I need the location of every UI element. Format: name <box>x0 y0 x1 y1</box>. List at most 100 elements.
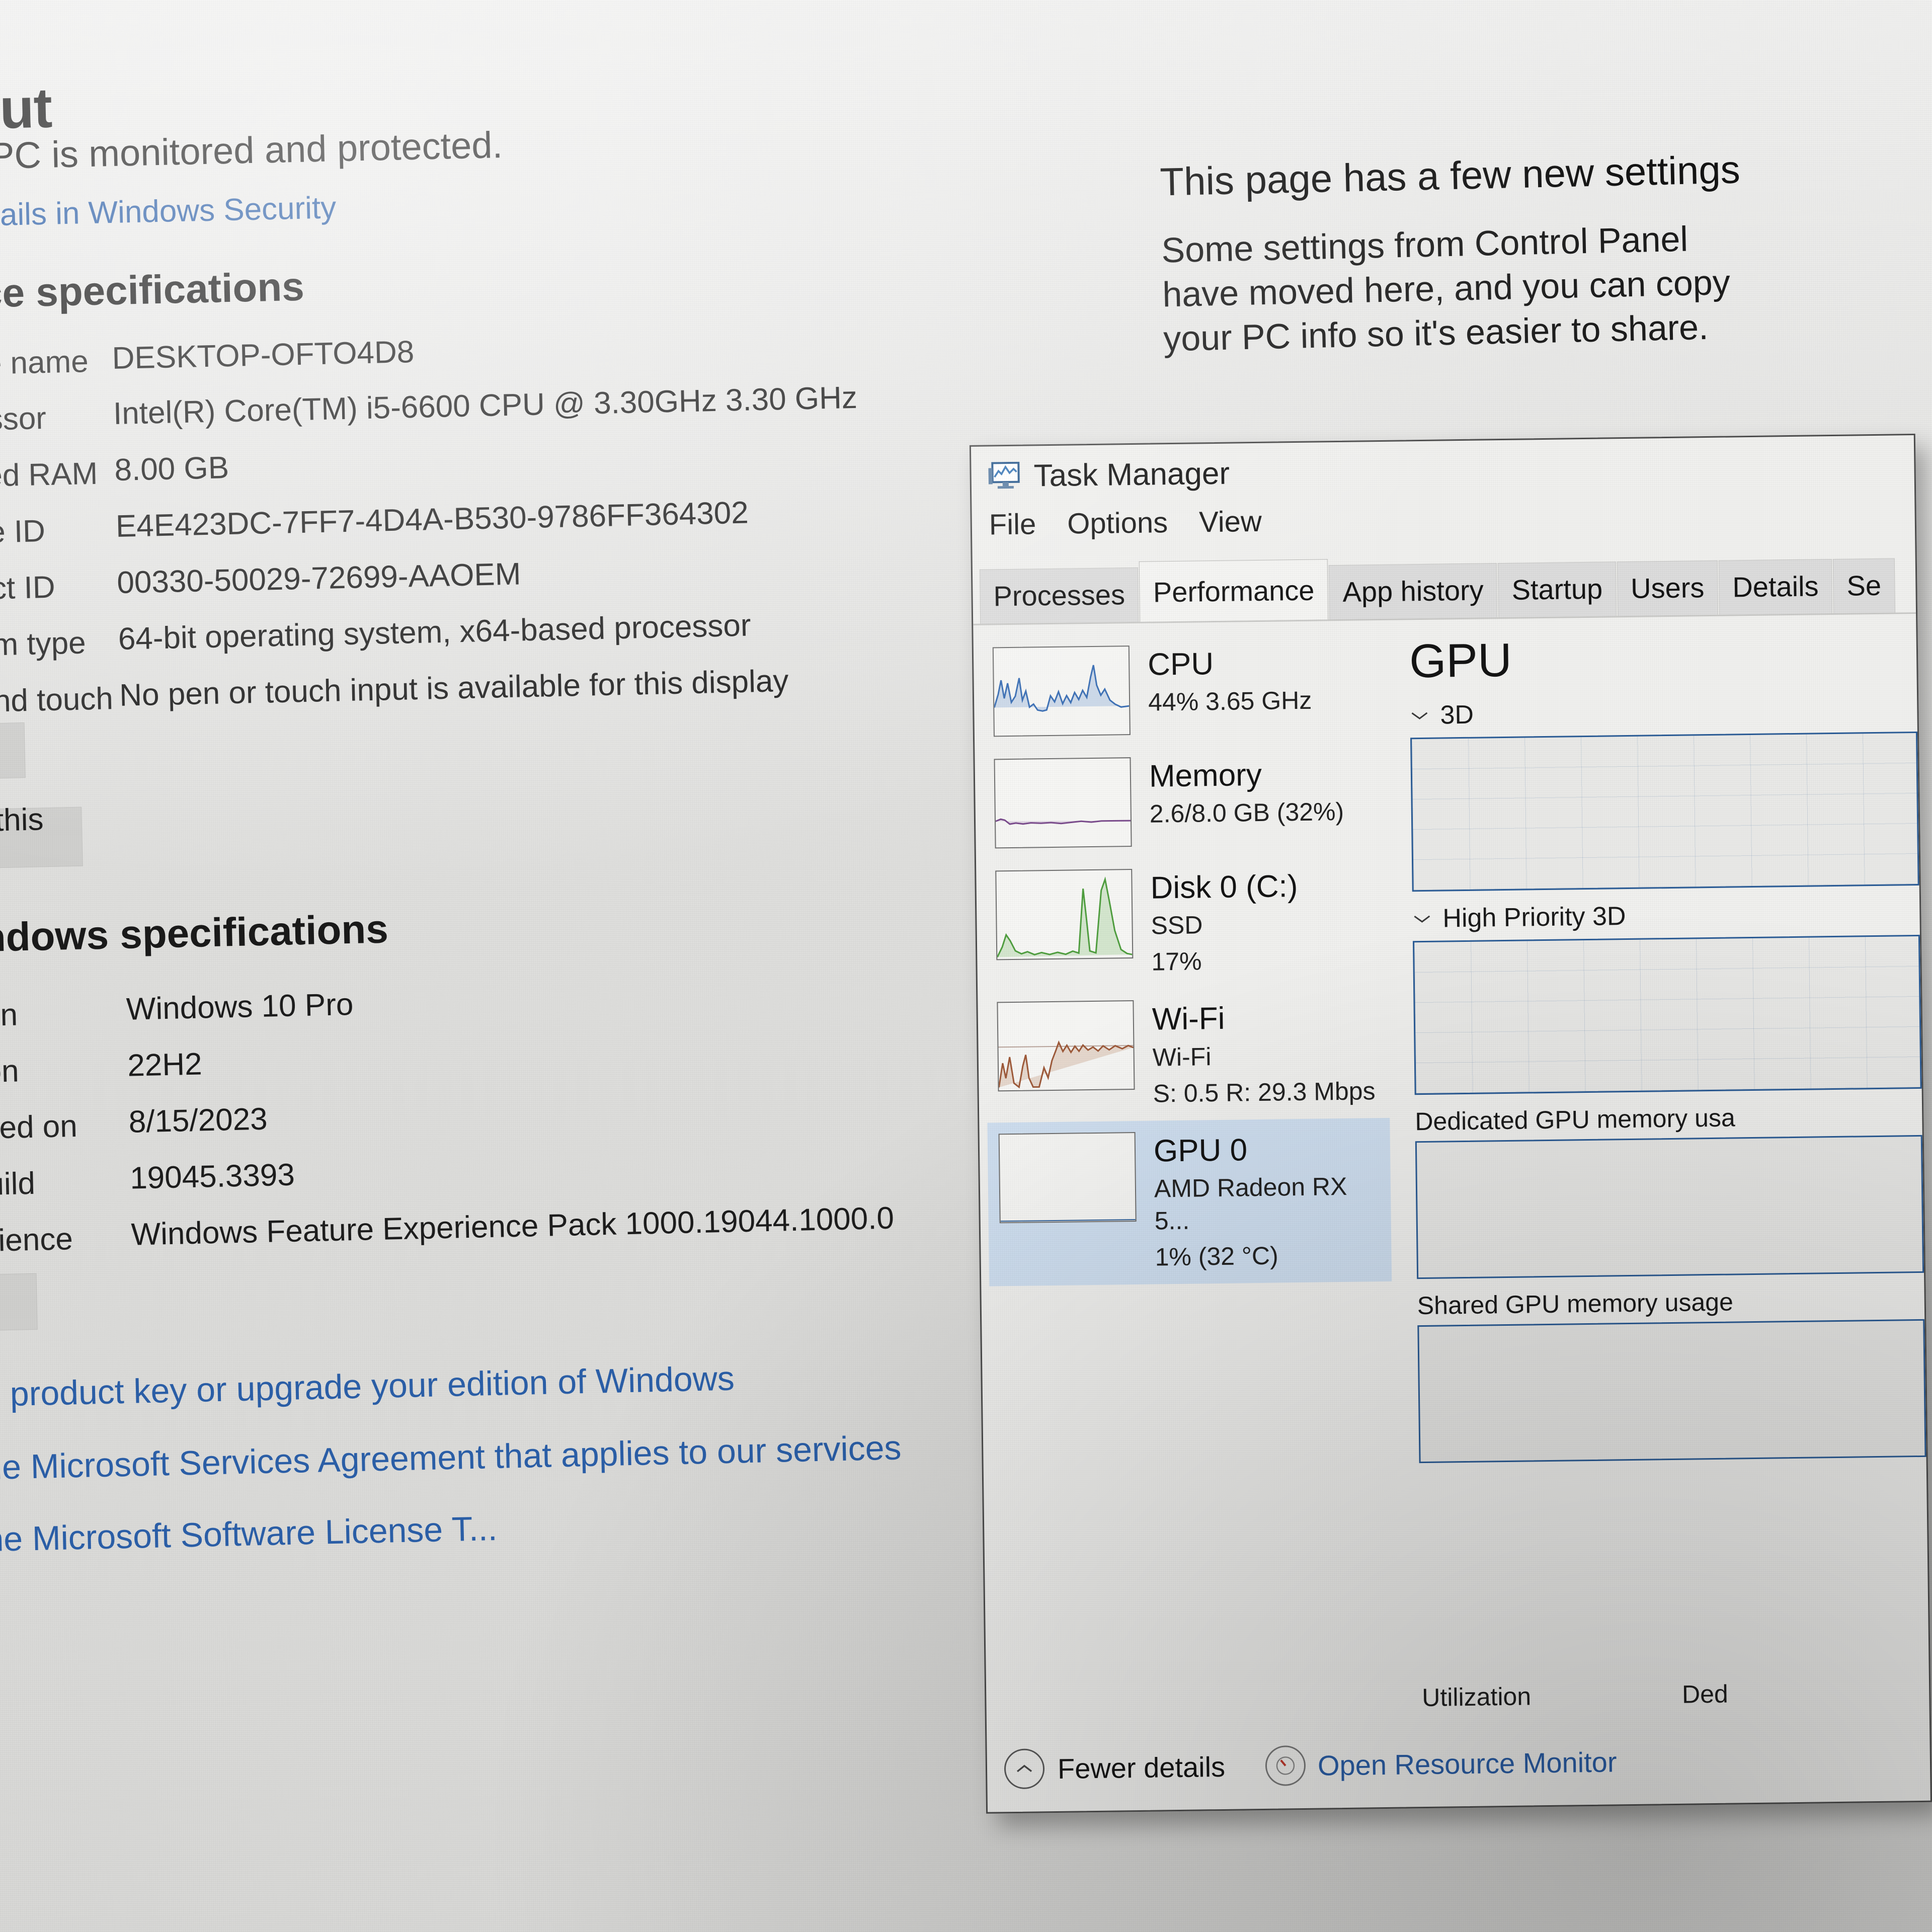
gpu-engine-3d-label: 3D <box>1440 700 1474 730</box>
resource-sub-gpu-usage: 1% (32 °C) <box>1155 1241 1279 1271</box>
task-manager-title: Task Manager <box>1033 456 1230 493</box>
microsoft-software-license-link[interactable]: d the Microsoft Software License T... <box>0 1509 498 1560</box>
dedicated-gpu-memory-graph <box>1415 1135 1924 1279</box>
gpu-sparkline-icon <box>998 1132 1137 1224</box>
tab-app-history[interactable]: App history <box>1328 563 1498 620</box>
spec-value-product-id: 00330-50029-72699-AAOEM <box>116 556 522 600</box>
resource-name-wifi: Wi-Fi <box>1152 1001 1225 1037</box>
spec-value-installed-ram: 8.00 GB <box>114 450 229 488</box>
task-manager-tabstrip[interactable]: Processes Performance App history Startu… <box>979 552 1896 624</box>
stat-key-dedicated: Ded <box>1681 1679 1729 1709</box>
gpu-hp3d-graph <box>1412 934 1922 1095</box>
spec-label-pen-and-touch: and touch <box>0 681 114 719</box>
spec-label-processor: essor <box>0 400 47 438</box>
shared-gpu-memory-graph <box>1417 1319 1926 1464</box>
resource-name-gpu0: GPU 0 <box>1153 1133 1248 1169</box>
spec-value-processor: Intel(R) Core(TM) i5-6600 CPU @ 3.30GHz … <box>113 380 858 432</box>
windows-specifications-heading: ndows specifications <box>0 906 389 960</box>
task-manager-footer: Fewer details Open Resource Monitor <box>987 1715 1930 1812</box>
resource-item-cpu[interactable]: CPU 44% 3.65 GHz <box>982 631 1386 748</box>
spec-value-device-name: DESKTOP-OFTO4D8 <box>111 334 415 376</box>
gpu-stat-row: Utilization Ded <box>1422 1677 1929 1712</box>
task-manager-window[interactable]: Task Manager File Options View Processes… <box>969 433 1932 1814</box>
win-label-version: on <box>0 1054 20 1089</box>
chevron-down-icon[interactable] <box>1412 913 1431 925</box>
copy-device-specs-button[interactable]: Copy <box>0 722 26 781</box>
disk-sparkline-icon <box>995 869 1134 960</box>
resource-item-gpu0[interactable]: GPU 0 AMD Radeon RX 5... 1% (32 °C) <box>987 1117 1392 1286</box>
spec-value-device-id: E4E423DC-7FF7-4D4A-B530-9786FF364302 <box>115 495 749 544</box>
fewer-details-button[interactable]: Fewer details <box>1004 1746 1226 1790</box>
gauge-icon <box>1265 1745 1306 1786</box>
gpu-3d-graph <box>1410 731 1919 892</box>
cpu-sparkline-icon <box>992 646 1131 737</box>
task-manager-icon <box>988 461 1020 489</box>
fewer-details-label: Fewer details <box>1057 1750 1226 1785</box>
resource-item-memory[interactable]: Memory 2.6/8.0 GB (32%) <box>983 743 1387 860</box>
resource-name-cpu: CPU <box>1147 647 1214 682</box>
spec-label-product-id: uct ID <box>0 570 56 607</box>
chevron-down-icon[interactable] <box>1410 709 1429 721</box>
microsoft-services-agreement-link[interactable]: d the Microsoft Services Agreement that … <box>0 1428 902 1488</box>
resource-sub-wifi-adapter: Wi-Fi <box>1152 1042 1212 1072</box>
spec-label-device-id: ce ID <box>0 514 46 550</box>
spec-value-system-type: 64-bit operating system, x64-based proce… <box>118 608 752 657</box>
gpu-engine-high-priority-3d-group[interactable]: High Priority 3D <box>1412 898 1922 1095</box>
menu-file[interactable]: File <box>989 507 1036 541</box>
resource-name-disk: Disk 0 (C:) <box>1150 869 1298 906</box>
task-manager-titlebar[interactable]: Task Manager <box>971 435 1914 506</box>
menu-options[interactable]: Options <box>1067 506 1168 540</box>
open-resource-monitor-link[interactable]: Open Resource Monitor <box>1265 1741 1617 1786</box>
resource-name-memory: Memory <box>1149 757 1262 794</box>
hint-heading: This page has a few new settings <box>1159 147 1741 204</box>
page-title: out <box>0 76 53 141</box>
wifi-sparkline-icon <box>997 1000 1135 1092</box>
win-label-experience: rience <box>0 1222 73 1258</box>
tab-performance[interactable]: Performance <box>1139 559 1329 622</box>
task-manager-menubar[interactable]: File Options View <box>989 505 1262 542</box>
resource-item-disk[interactable]: Disk 0 (C:) SSD 17% <box>984 855 1388 991</box>
resource-sub-cpu: 44% 3.65 GHz <box>1148 686 1312 717</box>
hint-body: Some settings from Control Panel have mo… <box>1161 219 1731 359</box>
gpu-detail-panel: GPU 3D High Priority 3D Dedicated GPU me… <box>1396 619 1929 1721</box>
rename-this-pc-button[interactable]: name this PC <box>0 802 83 870</box>
device-specifications-heading: ice specifications <box>0 264 305 316</box>
dedicated-gpu-memory-label: Dedicated GPU memory usa <box>1415 1103 1736 1136</box>
spec-value-pen-and-touch: No pen or touch input is available for t… <box>119 663 789 713</box>
gpu-engine-3d-group[interactable]: 3D <box>1410 694 1919 892</box>
resource-sub-disk-usage: 17% <box>1151 947 1202 977</box>
spec-label-installed-ram: lled RAM <box>0 456 98 494</box>
spec-label-device-name: ce name <box>0 344 89 382</box>
resource-sub-gpu-model: AMD Radeon RX 5... <box>1154 1172 1347 1235</box>
spec-label-system-type: em type <box>0 625 87 663</box>
chevron-up-circle-icon <box>1004 1748 1045 1790</box>
stat-key-utilization: Utilization <box>1422 1682 1532 1712</box>
resource-item-wifi[interactable]: Wi-Fi Wi-Fi S: 0.5 R: 29.3 Mbps <box>986 986 1390 1122</box>
win-value-version: 22H2 <box>127 1046 203 1083</box>
open-resource-monitor-label: Open Resource Monitor <box>1317 1745 1617 1782</box>
tab-processes[interactable]: Processes <box>979 567 1139 624</box>
win-label-os-build: uild <box>0 1166 36 1202</box>
menu-view[interactable]: View <box>1199 505 1262 539</box>
change-product-key-link[interactable]: nge product key or upgrade your edition … <box>0 1359 735 1415</box>
protection-heading: r PC is monitored and protected. <box>0 124 503 178</box>
resource-sub-wifi-rates: S: 0.5 R: 29.3 Mbps <box>1153 1077 1376 1108</box>
resource-sub-memory: 2.6/8.0 GB (32%) <box>1149 797 1344 829</box>
resource-list[interactable]: CPU 44% 3.65 GHz Memory 2.6/8.0 GB (32%) <box>982 631 1392 1286</box>
win-value-os-build: 19045.3393 <box>129 1157 295 1196</box>
tab-users[interactable]: Users <box>1617 560 1719 616</box>
resource-sub-disk-type: SSD <box>1151 911 1203 940</box>
detail-title: GPU <box>1409 633 1512 688</box>
gpu-engine-hp3d-label: High Priority 3D <box>1442 902 1626 933</box>
memory-sparkline-icon <box>994 757 1132 849</box>
tab-startup[interactable]: Startup <box>1497 561 1617 618</box>
tab-details[interactable]: Details <box>1718 559 1833 615</box>
win-label-installed-on: lled on <box>0 1108 78 1146</box>
copy-windows-specs-button[interactable]: Copy <box>0 1273 38 1333</box>
win-value-installed-on: 8/15/2023 <box>128 1101 268 1140</box>
windows-security-link[interactable]: letails in Windows Security <box>0 190 337 233</box>
tab-services[interactable]: Se <box>1832 558 1895 613</box>
win-value-experience: Windows Feature Experience Pack 1000.190… <box>130 1200 895 1252</box>
shared-gpu-memory-label: Shared GPU memory usage <box>1417 1287 1734 1320</box>
settings-window: out r PC is monitored and protected. let… <box>0 0 1932 1932</box>
